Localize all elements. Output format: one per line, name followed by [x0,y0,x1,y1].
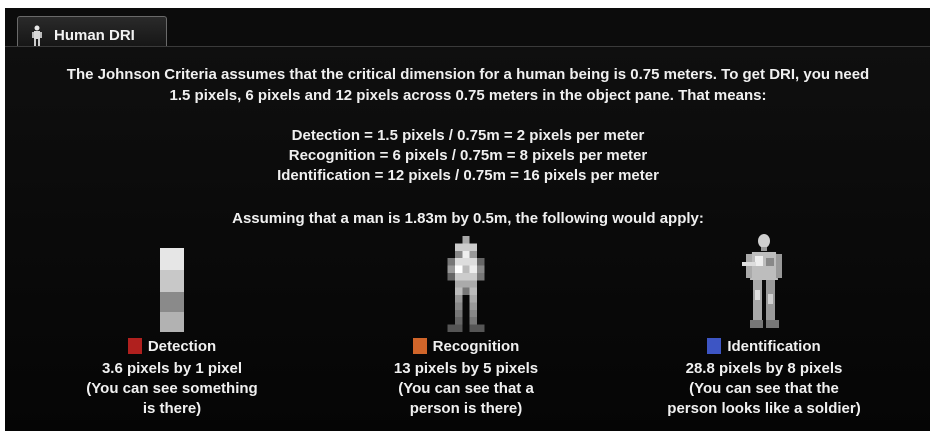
dri-window: Human DRI The Johnson Criteria assumes t… [0,0,936,431]
detection-swatch [127,338,142,354]
identification-legend: Identification [644,336,884,356]
detection-column: Detection 3.6 pixels by 1 pixel (You can… [52,232,292,419]
intro-paragraph: The Johnson Criteria assumes that the cr… [0,64,936,106]
recognition-label: Recognition [432,337,520,355]
equation-detection: Detection = 1.5 pixels / 0.75m = 2 pixel… [291,127,645,144]
detection-description: 3.6 pixels by 1 pixel (You can see somet… [52,359,292,419]
recognition-size: 13 pixels by 5 pixels [393,360,539,377]
recognition-note-2: person is there) [409,400,523,417]
person-icon [30,25,44,47]
recognition-figure [346,232,586,332]
identification-note-1: (You can see that the [689,380,839,397]
identification-label: Identification [727,337,821,355]
tab-label: Human DRI [54,27,135,44]
intro-line-1: The Johnson Criteria assumes that the cr… [66,66,870,83]
recognition-description: 13 pixels by 5 pixels (You can see that … [346,359,586,419]
recognition-legend: Recognition [346,336,586,356]
identification-description: 28.8 pixels by 8 pixels (You can see tha… [644,359,884,419]
recognition-column: Recognition 13 pixels by 5 pixels (You c… [346,232,586,419]
tab-bar: Human DRI [5,8,930,54]
detection-size: 3.6 pixels by 1 pixel [101,360,243,377]
identification-swatch [707,338,722,354]
recognition-swatch [412,338,427,354]
intro-line-2: 1.5 pixels, 6 pixels and 12 pixels acros… [169,87,767,104]
detection-legend: Detection [52,336,292,356]
equation-identification: Identification = 12 pixels / 0.75m = 16 … [277,167,659,184]
identification-column: Identification 28.8 pixels by 8 pixels (… [644,232,884,419]
identification-size: 28.8 pixels by 8 pixels [685,360,843,377]
detection-label: Detection [147,337,217,355]
recognition-note-1: (You can see that a [398,380,534,397]
detection-note-1: (You can see something [86,380,258,397]
assumption-text: Assuming that a man is 1.83m by 0.5m, th… [232,210,704,227]
equations: Detection = 1.5 pixels / 0.75m = 2 pixel… [0,126,936,186]
identification-note-2: person looks like a soldier) [667,400,861,417]
equation-recognition: Recognition = 6 pixels / 0.75m = 8 pixel… [288,147,648,164]
detection-figure [52,232,292,332]
detection-note-2: is there) [142,400,202,417]
identification-figure [644,232,884,332]
